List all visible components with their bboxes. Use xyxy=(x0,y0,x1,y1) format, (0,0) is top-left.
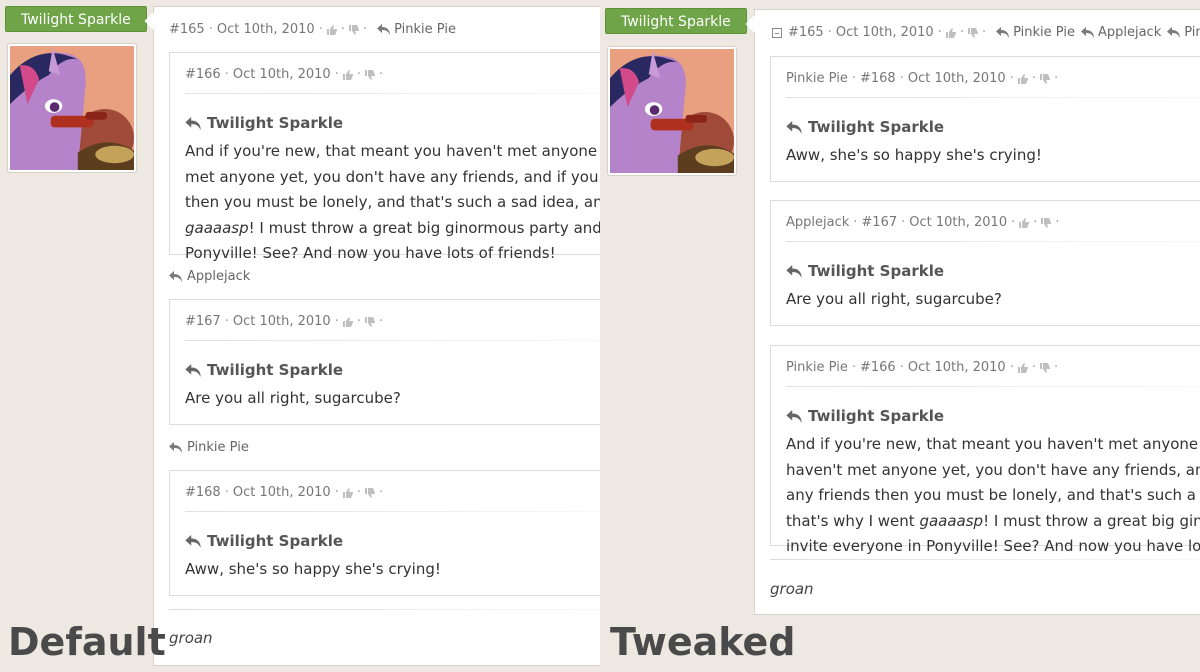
default-panel: Twilight Sparkle #165 · Oct 10th, 2010 ·… xyxy=(0,0,600,672)
thumbs-down-icon[interactable] xyxy=(364,316,375,327)
quote-author: Twilight Sparkle xyxy=(185,361,343,379)
quote-source[interactable]: Pinkie Pie xyxy=(786,71,848,86)
quote-meta: #166 · Oct 10th, 2010 · · · xyxy=(185,67,384,82)
thumbs-down-icon[interactable] xyxy=(364,487,375,498)
reply-icon xyxy=(1167,27,1181,38)
panel-label: Default xyxy=(8,620,166,664)
quote-id[interactable]: #167 xyxy=(185,314,221,329)
reply-icon xyxy=(169,442,182,453)
reply-icon xyxy=(377,24,391,35)
thumbs-up-icon[interactable] xyxy=(342,487,353,498)
thumbs-down-icon[interactable] xyxy=(1039,362,1050,373)
quote-author: Twilight Sparkle xyxy=(786,262,944,280)
reply-icon xyxy=(185,363,201,377)
quote-body: And if you're new, that meant you haven'… xyxy=(185,142,600,262)
reply-icon xyxy=(169,271,182,282)
quote-meta: Applejack · #167 · Oct 10th, 2010 · · · xyxy=(786,215,1060,230)
quote-body: Aww, she's so happy she's crying! xyxy=(185,560,441,578)
quote-id[interactable]: #168 xyxy=(185,485,221,500)
reply-icon xyxy=(185,116,201,130)
post-meta: #165 · Oct 10th, 2010 · · · Pinkie Pie xyxy=(169,22,456,37)
post-id[interactable]: #165 xyxy=(169,22,205,37)
quote-body: Are you all right, sugarcube? xyxy=(185,389,401,407)
user-name-tag[interactable]: Twilight Sparkle xyxy=(605,8,747,34)
reply-icon xyxy=(1080,27,1094,38)
quote-date: Oct 10th, 2010 xyxy=(907,71,1006,86)
quote-block: #168 · Oct 10th, 2010 · · · Twilight Spa… xyxy=(169,470,600,596)
quote-author: Twilight Sparkle xyxy=(185,114,343,132)
post-card: #165 · Oct 10th, 2010 · · · Pinkie Pie #… xyxy=(144,6,600,666)
between-author-link[interactable]: Applejack xyxy=(169,269,250,284)
quote-meta: #167 · Oct 10th, 2010 · · · xyxy=(185,314,384,329)
thumbs-up-icon[interactable] xyxy=(342,69,353,80)
quote-date: Oct 10th, 2010 xyxy=(909,215,1008,230)
quote-author: Twilight Sparkle xyxy=(185,532,343,550)
quote-date: Oct 10th, 2010 xyxy=(907,360,1006,375)
quote-source[interactable]: Applejack xyxy=(786,215,849,230)
thumbs-down-icon[interactable] xyxy=(348,24,359,35)
thumbs-down-icon[interactable] xyxy=(364,69,375,80)
panel-label: Tweaked xyxy=(610,620,796,664)
quote-meta: #168 · Oct 10th, 2010 · · · xyxy=(185,485,384,500)
quote-author: Twilight Sparkle xyxy=(786,407,944,425)
quote-meta: Pinkie Pie · #166 · Oct 10th, 2010 · · · xyxy=(786,360,1059,375)
user-avatar[interactable] xyxy=(607,46,737,176)
reply-to-link[interactable]: Pinkie Pie xyxy=(996,25,1075,40)
thumbs-up-icon[interactable] xyxy=(1019,217,1030,228)
post-card: #165 · Oct 10th, 2010 · · · Pinkie Pie A… xyxy=(745,9,1200,615)
quote-body: Are you all right, sugarcube? xyxy=(786,290,1002,308)
thumbs-up-icon[interactable] xyxy=(1017,73,1028,84)
post-id[interactable]: #165 xyxy=(788,25,824,40)
thumbs-down-icon[interactable] xyxy=(967,27,978,38)
tweaked-panel: Twilight Sparkle #165 · Oct 10th, 2010 · xyxy=(600,0,1200,672)
post-date: Oct 10th, 2010 xyxy=(835,25,934,40)
thumbs-up-icon[interactable] xyxy=(326,24,337,35)
reply-icon xyxy=(996,27,1010,38)
quote-id[interactable]: #166 xyxy=(860,360,896,375)
quote-body: Aww, she's so happy she's crying! xyxy=(786,146,1042,164)
quote-meta: Pinkie Pie · #168 · Oct 10th, 2010 · · · xyxy=(786,71,1059,86)
thumbs-down-icon[interactable] xyxy=(1041,217,1052,228)
thumbs-up-icon[interactable] xyxy=(342,316,353,327)
quote-body: And if you're new, that meant you haven'… xyxy=(786,435,1200,555)
post-meta: #165 · Oct 10th, 2010 · · · Pinkie Pie A… xyxy=(772,25,1200,40)
user-name-tag[interactable]: Twilight Sparkle xyxy=(5,6,147,32)
thumbs-down-icon[interactable] xyxy=(1039,73,1050,84)
quote-block: Applejack · #167 · Oct 10th, 2010 · · · … xyxy=(770,200,1200,326)
post-text: groan xyxy=(169,629,213,647)
reply-icon xyxy=(786,264,802,278)
reply-to-link[interactable]: Pinkie Pie xyxy=(1167,25,1200,40)
reply-icon xyxy=(786,120,802,134)
post-date: Oct 10th, 2010 xyxy=(216,22,315,37)
quote-id[interactable]: #168 xyxy=(860,71,896,86)
pony-avatar-image xyxy=(10,46,134,170)
pony-avatar-image xyxy=(610,49,734,173)
between-author-link[interactable]: Pinkie Pie xyxy=(169,440,249,455)
quote-author: Twilight Sparkle xyxy=(786,118,944,136)
quote-date: Oct 10th, 2010 xyxy=(232,67,331,82)
reply-icon xyxy=(185,534,201,548)
post-text: groan xyxy=(770,580,814,598)
quote-source[interactable]: Pinkie Pie xyxy=(786,360,848,375)
quote-block: Pinkie Pie · #166 · Oct 10th, 2010 · · ·… xyxy=(770,345,1200,555)
quote-id[interactable]: #167 xyxy=(861,215,897,230)
quote-date: Oct 10th, 2010 xyxy=(232,314,331,329)
quote-block: #167 · Oct 10th, 2010 · · · Twilight Spa… xyxy=(169,299,600,425)
quote-block: Pinkie Pie · #168 · Oct 10th, 2010 · · ·… xyxy=(770,56,1200,182)
thumbs-up-icon[interactable] xyxy=(945,27,956,38)
reply-to-link[interactable]: Applejack xyxy=(1080,25,1161,40)
quote-id[interactable]: #166 xyxy=(185,67,221,82)
quote-date: Oct 10th, 2010 xyxy=(232,485,331,500)
reply-to-link[interactable]: Pinkie Pie xyxy=(377,22,456,37)
quote-block: #166 · Oct 10th, 2010 · · · Twilight Spa… xyxy=(169,52,600,262)
user-avatar[interactable] xyxy=(7,43,137,173)
thumbs-up-icon[interactable] xyxy=(1017,362,1028,373)
reply-icon xyxy=(786,409,802,423)
collapse-icon[interactable] xyxy=(772,27,782,38)
